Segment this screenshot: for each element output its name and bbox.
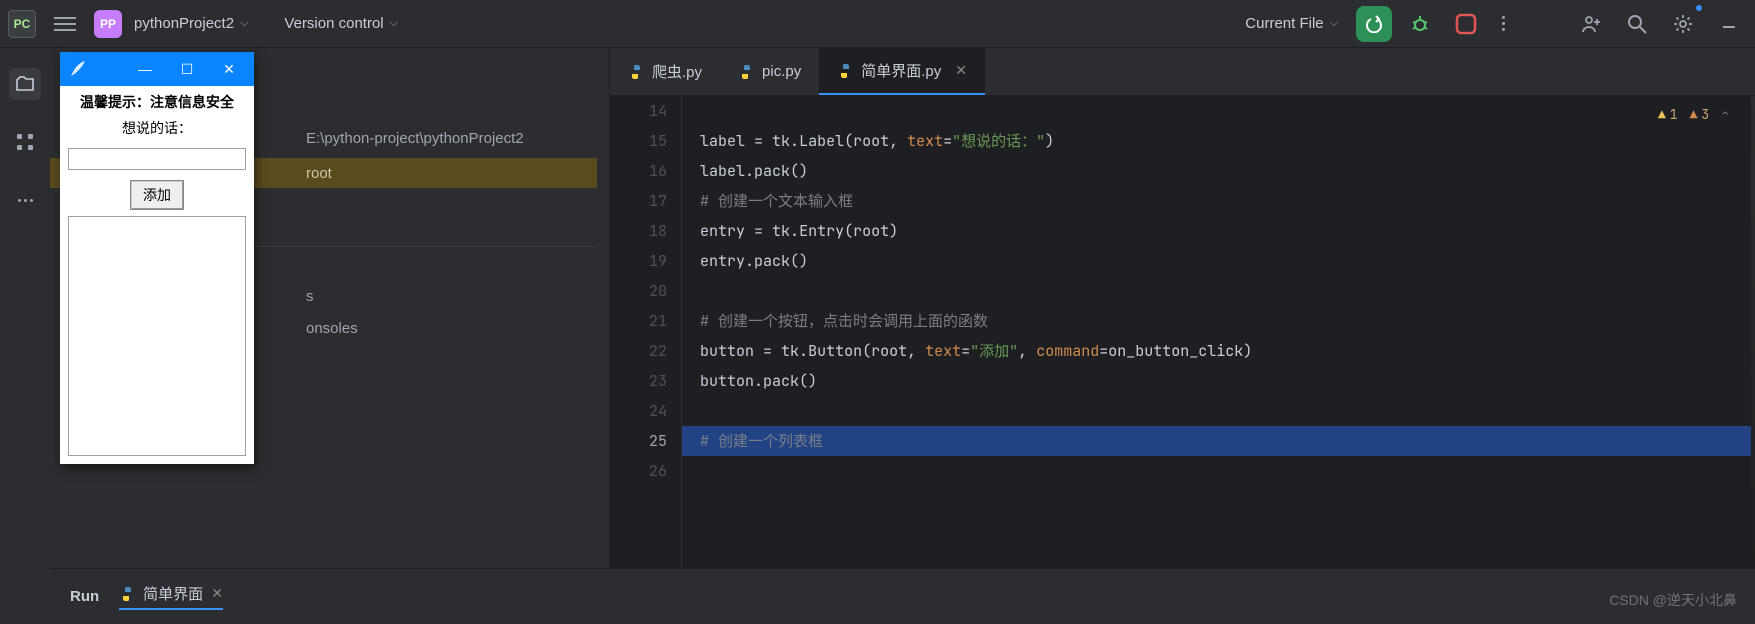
python-file-icon	[738, 64, 754, 80]
project-tree-item[interactable]: onsoles	[306, 320, 358, 337]
run-target-tab[interactable]: 简单界面 ✕	[119, 583, 223, 610]
pycharm-app-icon: PC	[8, 10, 36, 38]
tkinter-app-window: — ☐ ✕ 温馨提示：注意信息安全 想说的话： 添加	[60, 52, 254, 464]
tab-label: 爬虫.py	[652, 61, 702, 82]
tk-close-button[interactable]: ✕	[208, 52, 250, 86]
code-line[interactable]	[700, 96, 1755, 126]
python-file-icon	[119, 586, 135, 602]
code-line[interactable]: button.pack()	[700, 366, 1755, 396]
stop-button[interactable]	[1448, 6, 1484, 42]
tk-entry-input[interactable]	[68, 148, 246, 170]
notification-dot-icon	[1695, 4, 1703, 12]
structure-toolwindow-button[interactable]	[9, 126, 41, 158]
python-file-icon	[628, 64, 644, 80]
project-toolwindow-button[interactable]	[9, 68, 41, 100]
project-name-label: pythonProject2	[134, 15, 234, 32]
more-toolwindows-button[interactable]	[9, 184, 41, 216]
main-menu-button[interactable]	[48, 11, 82, 37]
code-line[interactable]: # 创建一个文本输入框	[700, 186, 1755, 216]
more-actions-button[interactable]	[1494, 8, 1513, 39]
run-config-selector[interactable]: Current File ⌵	[1245, 15, 1338, 32]
chevron-down-icon: ⌵	[240, 17, 248, 30]
tab-label: pic.py	[762, 63, 801, 80]
code-lines[interactable]: label = tk.Label(root, text="想说的话：")labe…	[682, 96, 1755, 568]
vcs-label: Version control	[284, 15, 383, 32]
warning-icon: ▲	[1690, 100, 1698, 130]
minimize-window-button[interactable]	[1711, 6, 1747, 42]
close-icon[interactable]: ✕	[211, 585, 223, 602]
error-stripe[interactable]	[1751, 96, 1755, 568]
inspections-widget[interactable]: ▲1 ▲3 ⌃	[1658, 100, 1729, 130]
tk-feather-icon	[68, 59, 88, 79]
code-line[interactable]: entry = tk.Entry(root)	[700, 216, 1755, 246]
project-path: E:\python-project\pythonProject2	[306, 130, 524, 147]
chevron-down-icon: ⌵	[1330, 17, 1338, 30]
bottom-toolbar: Run 简单界面 ✕	[50, 568, 1755, 624]
code-line[interactable]: label.pack()	[700, 156, 1755, 186]
gutter: 14151617181920212223242526	[610, 96, 682, 568]
tab-label: 简单界面.py	[861, 60, 941, 81]
editor-tab[interactable]: pic.py	[720, 48, 819, 95]
run-config-label: Current File	[1245, 15, 1323, 32]
close-icon[interactable]: ✕	[955, 62, 967, 79]
run-target-label: 简单界面	[143, 583, 203, 604]
chevron-down-icon: ⌵	[390, 17, 398, 30]
weak-warning-icon: ▲	[1658, 100, 1666, 130]
code-with-me-button[interactable]	[1573, 6, 1609, 42]
watermark: CSDN @逆天小北鼻	[1609, 590, 1737, 610]
settings-button[interactable]	[1665, 6, 1701, 42]
project-badge: PP	[94, 10, 122, 38]
search-button[interactable]	[1619, 6, 1655, 42]
code-area[interactable]: 14151617181920212223242526 label = tk.La…	[610, 96, 1755, 568]
main-area: E:\python-project\pythonProject2 root s …	[50, 48, 1755, 568]
editor-tabs: 爬虫.py pic.py 简单界面.py ✕	[610, 48, 1755, 96]
code-line[interactable]	[700, 276, 1755, 306]
project-tree-item[interactable]: s	[306, 288, 314, 305]
editor: 爬虫.py pic.py 简单界面.py ✕ 14151617181920212223…	[610, 48, 1755, 568]
weak-warning-count: 1	[1670, 100, 1678, 130]
code-line[interactable]: # 创建一个列表框	[682, 426, 1755, 456]
code-line[interactable]: button = tk.Button(root, text="添加", comm…	[700, 336, 1755, 366]
top-toolbar: PC PP pythonProject2 ⌵ Version control ⌵…	[0, 0, 1755, 48]
inspection-expand-icon: ⌃	[1721, 100, 1729, 130]
debug-button[interactable]	[1402, 6, 1438, 42]
editor-tab[interactable]: 简单界面.py ✕	[819, 48, 985, 95]
code-line[interactable]: entry.pack()	[700, 246, 1755, 276]
code-line[interactable]	[700, 396, 1755, 426]
tk-listbox[interactable]	[68, 216, 246, 456]
run-label: Run	[70, 588, 99, 605]
code-line[interactable]: label = tk.Label(root, text="想说的话：")	[700, 126, 1755, 156]
run-button[interactable]	[1356, 6, 1392, 42]
tk-add-button[interactable]: 添加	[130, 180, 184, 210]
tk-minimize-button[interactable]: —	[124, 52, 166, 86]
editor-tab[interactable]: 爬虫.py	[610, 48, 720, 95]
vcs-menu[interactable]: Version control ⌵	[284, 15, 398, 32]
warning-count: 3	[1701, 100, 1709, 130]
tk-prompt-label: 想说的话：	[68, 118, 246, 138]
tk-hint-label: 温馨提示：注意信息安全	[68, 92, 246, 112]
left-tool-strip	[0, 48, 50, 624]
project-selector[interactable]: pythonProject2 ⌵	[134, 15, 248, 32]
python-file-icon	[837, 63, 853, 79]
tk-titlebar[interactable]: — ☐ ✕	[60, 52, 254, 86]
tk-maximize-button[interactable]: ☐	[166, 52, 208, 86]
run-toolwindow-tab[interactable]: Run	[70, 588, 99, 605]
code-line[interactable]: # 创建一个按钮，点击时会调用上面的函数	[700, 306, 1755, 336]
